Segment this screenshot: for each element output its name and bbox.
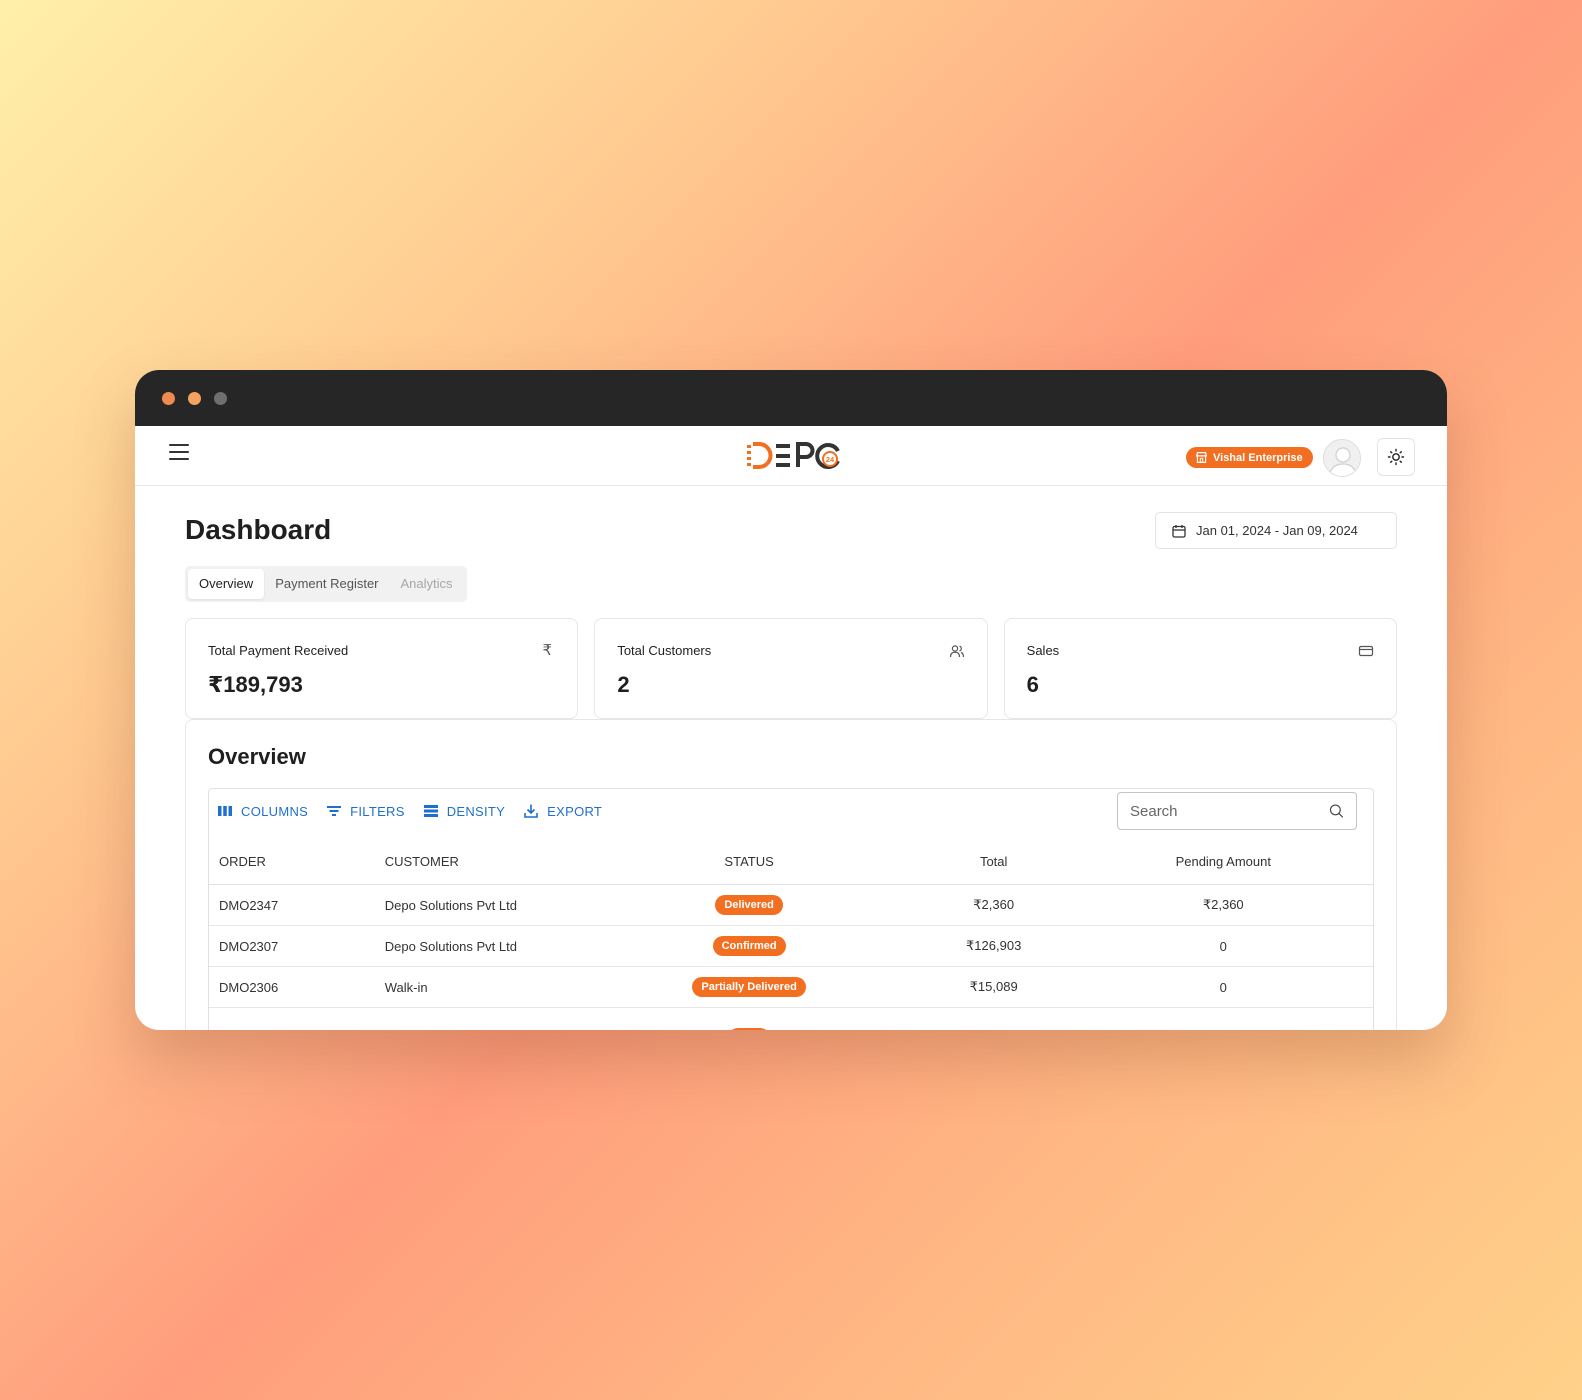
date-range-text: Jan 01, 2024 - Jan 09, 2024 [1196,523,1358,538]
overview-title: Overview [208,744,306,769]
density-icon [423,805,438,817]
status-badge-partial [727,1027,771,1030]
users-icon [949,643,965,659]
order-cell: DMO2307 [219,938,279,954]
stat-card-label: Sales [1026,643,1060,658]
stat-card-total-payment: Total Payment Received ₹189,793 ₹ [185,618,579,719]
total-cell: ₹2,360 [973,897,1015,912]
date-range-picker[interactable]: Jan 01, 2024 - Jan 09, 2024 [1155,512,1397,549]
column-header-pending-amount[interactable]: Pending Amount [1074,854,1373,869]
table-row[interactable]: DMO2306 Walk-in Partially Delivered ₹15,… [209,967,1373,1008]
app-header: 24 Vishal Enterprise [135,426,1447,486]
company-name: Vishal Enterprise [1213,451,1303,464]
window-titlebar [135,370,1447,426]
search-field[interactable] [1117,792,1357,830]
customer-cell: Walk-in [384,979,428,995]
user-avatar-icon [1324,440,1360,476]
grid-toolbar: COLUMNS FILTERS DENSITY EXPORT [217,803,602,819]
table-header-row: ORDER CUSTOMER STATUS Total Pending Amou… [209,839,1373,885]
stat-card-value: 2 [617,672,630,697]
page-title: Dashboard [185,514,332,545]
filters-label: FILTERS [350,803,405,819]
stat-card-label: Total Payment Received [208,643,349,658]
customer-cell: Depo Solutions Pvt Ltd [384,938,517,954]
orders-data-grid: COLUMNS FILTERS DENSITY EXPORT Search OR… [208,788,1374,1030]
user-avatar[interactable] [1323,439,1361,477]
theme-toggle-button[interactable] [1377,438,1415,476]
company-selector-badge[interactable]: Vishal Enterprise [1186,447,1313,468]
columns-icon [218,806,232,816]
export-label: EXPORT [547,803,603,819]
close-window-dot[interactable] [162,391,175,405]
status-badge: Confirmed [712,936,786,956]
stat-card-sales: Sales 6 [1003,618,1397,719]
total-cell: ₹126,903 [966,938,1022,953]
stat-card-value: 6 [1026,672,1039,697]
calendar-icon [1172,524,1186,538]
table-row[interactable]: DMO2347 Depo Solutions Pvt Ltd Delivered… [209,885,1373,926]
filter-icon [327,806,342,816]
column-header-customer[interactable]: CUSTOMER [375,854,585,869]
depo-logo[interactable]: 24 [743,439,843,473]
order-cell: DMO2347 [219,897,279,913]
browser-window: 24 Vishal Enterprise Dashboard Jan 01, 2… [135,370,1447,1030]
stat-card-total-customers: Total Customers 2 [594,618,988,719]
pending-amount-cell: 0 [1219,938,1227,954]
customer-cell: Depo Solutions Pvt Ltd [384,897,517,913]
table-row-partial[interactable] [209,1008,1373,1030]
minimize-window-dot[interactable] [188,391,201,405]
overview-panel: Overview COLUMNS FILTERS DENSITY EXPORT … [185,719,1397,1030]
table-row[interactable]: DMO2307 Depo Solutions Pvt Ltd Confirmed… [209,926,1373,967]
search-icon[interactable] [1329,801,1344,821]
tab-payment-register[interactable]: Payment Register [264,569,389,599]
pending-amount-cell: 0 [1219,979,1227,995]
logo-subscript: 24 [826,455,835,464]
sun-icon [1387,448,1405,466]
stat-card-value: ₹189,793 [208,672,303,697]
density-button[interactable]: DENSITY [423,803,505,819]
column-header-total[interactable]: Total [914,854,1074,869]
stat-card-label: Total Customers [617,643,712,658]
download-icon [524,804,538,818]
store-icon [1195,452,1208,463]
rupee-icon: ₹ [542,642,553,659]
order-cell: DMO2306 [219,979,279,995]
columns-button[interactable]: COLUMNS [217,803,308,819]
columns-label: COLUMNS [241,803,309,819]
tab-analytics[interactable]: Analytics [390,569,464,599]
filters-button[interactable]: FILTERS [326,803,405,819]
search-input[interactable] [1130,802,1329,820]
tab-overview[interactable]: Overview [188,569,265,599]
dashboard-tabs: Overview Payment Register Analytics [185,566,467,602]
column-header-order[interactable]: ORDER [209,854,375,869]
pending-amount-cell: ₹2,360 [1202,897,1244,912]
total-cell: ₹15,089 [969,979,1018,994]
credit-card-icon [1358,643,1374,659]
hamburger-menu-icon[interactable] [169,444,189,462]
stat-cards: Total Payment Received ₹189,793 ₹ Total … [185,618,1397,719]
column-header-status[interactable]: STATUS [584,854,913,869]
maximize-window-dot[interactable] [214,391,227,405]
status-badge: Partially Delivered [692,977,806,997]
export-button[interactable]: EXPORT [523,803,602,819]
status-badge: Delivered [715,895,783,915]
density-label: DENSITY [446,803,506,819]
